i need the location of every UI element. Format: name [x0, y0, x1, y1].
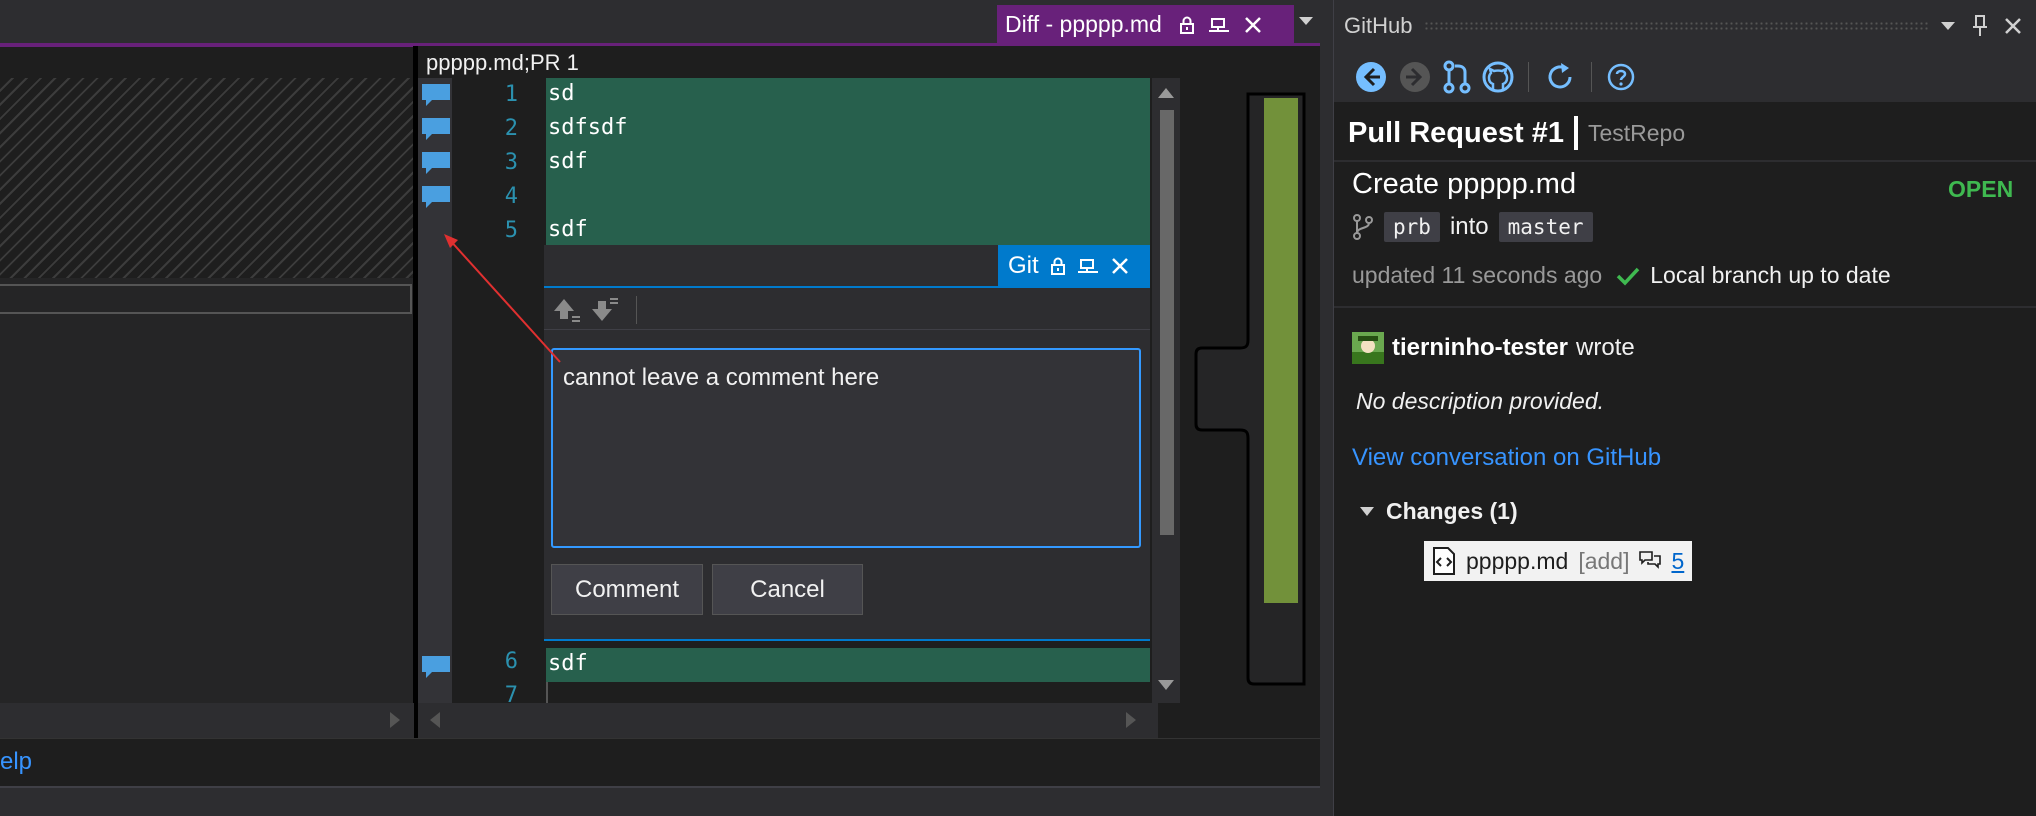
- into-label: into: [1449, 213, 1489, 240]
- update-status-row: updated 11 seconds ago Local branch up t…: [1352, 262, 1891, 289]
- header-divider: [1573, 116, 1578, 150]
- code-line[interactable]: sdf: [546, 648, 1150, 682]
- code-line[interactable]: sdf: [546, 214, 1150, 248]
- tab-diff-ppppp[interactable]: Diff - ppppp.md: [997, 5, 1294, 44]
- comments-icon: [1639, 551, 1662, 571]
- changes-label: Changes (1): [1386, 498, 1518, 524]
- next-comment-icon[interactable]: [590, 297, 620, 323]
- bottom-panel-strip: [0, 786, 1320, 816]
- code-line[interactable]: [546, 180, 1150, 214]
- back-icon[interactable]: [1354, 60, 1388, 94]
- local-status-label: Local branch up to date: [1650, 262, 1891, 288]
- left-horizontal-scrollbar[interactable]: [0, 703, 414, 738]
- widget-bottom-border: [544, 639, 1150, 641]
- close-icon[interactable]: [1111, 257, 1129, 275]
- pr-state-badge: OPEN: [1948, 176, 2014, 202]
- pin-icon[interactable]: [1077, 257, 1099, 275]
- local-branch-status: Local branch up to date: [1616, 262, 1891, 289]
- file-header: ppppp.md;PR 1: [418, 46, 1320, 78]
- toolbar-separator: [636, 295, 637, 324]
- comment-textarea[interactable]: cannot leave a comment here: [551, 348, 1141, 548]
- add-comment-icon[interactable]: [420, 82, 452, 106]
- toolbar-separator: [1591, 62, 1592, 92]
- add-comment-icon[interactable]: [420, 116, 452, 140]
- add-comment-icon[interactable]: [420, 654, 452, 678]
- author-wrote: wrote: [1576, 334, 1635, 361]
- code-line[interactable]: sdfsdf: [546, 112, 1150, 146]
- pin-icon[interactable]: [1972, 15, 1988, 37]
- panel-splitter[interactable]: [1320, 0, 1334, 816]
- pr-header: Pull Request #1 TestRepo: [1348, 108, 1685, 158]
- code-line[interactable]: sd: [546, 78, 1150, 112]
- line-number: 1: [504, 82, 518, 107]
- file-status: [add]: [1578, 547, 1630, 574]
- git-tab-title: Git: [1008, 252, 1039, 279]
- author-name[interactable]: tierninho-tester: [1392, 334, 1568, 362]
- panel-title: GitHub: [1344, 13, 1413, 38]
- github-toolbar: [1334, 52, 2036, 102]
- refresh-icon[interactable]: [1543, 60, 1577, 94]
- code-line[interactable]: sdf: [546, 146, 1150, 180]
- cancel-button[interactable]: Cancel: [712, 564, 863, 615]
- updated-time: updated 11 seconds ago: [1352, 262, 1603, 288]
- help-link[interactable]: elp: [0, 748, 32, 776]
- line-number: 2: [504, 116, 518, 141]
- tab-overflow-dropdown-icon[interactable]: [1298, 14, 1314, 28]
- view-on-github-link[interactable]: View conversation on GitHub: [1352, 444, 1661, 472]
- changed-file-item[interactable]: ppppp.md [add] 5: [1424, 541, 1693, 581]
- panel-grip[interactable]: [1424, 21, 1928, 31]
- divider: [1334, 160, 2036, 162]
- expand-triangle-icon[interactable]: [1360, 506, 1374, 517]
- add-comment-icon[interactable]: [420, 150, 452, 174]
- annotation-arrow: [444, 234, 561, 363]
- pull-requests-icon[interactable]: [1442, 60, 1472, 94]
- lock-icon[interactable]: [1050, 257, 1065, 275]
- line-number: 4: [504, 184, 518, 209]
- empty-hatched-area: [0, 78, 414, 278]
- comment-button[interactable]: Comment: [551, 564, 703, 615]
- divider: [1334, 306, 2036, 308]
- line-number: 6: [504, 649, 518, 674]
- dropdown-icon[interactable]: [1940, 20, 1956, 32]
- avatar[interactable]: [1352, 332, 1384, 364]
- line-number: 3: [504, 150, 518, 175]
- tab-title: Diff - ppppp.md: [1005, 11, 1162, 37]
- github-icon[interactable]: [1482, 61, 1514, 93]
- diff-overview-margin[interactable]: [1180, 78, 1320, 703]
- lock-icon[interactable]: [1179, 16, 1194, 34]
- code-line-empty[interactable]: [546, 682, 1150, 703]
- repo-name: TestRepo: [1587, 119, 1686, 146]
- file-comment-count[interactable]: 5: [1671, 548, 1684, 575]
- github-panel-titlebar: GitHub: [1334, 0, 2036, 52]
- author-row: tierninho-tester wrote: [1352, 332, 1635, 364]
- source-branch: prb: [1384, 212, 1440, 242]
- line-number-margin: 1 2 3 4 5 6 7: [452, 78, 546, 703]
- forward-icon[interactable]: [1398, 60, 1432, 94]
- pr-title: Create ppppp.md: [1352, 168, 1577, 200]
- close-icon[interactable]: [1244, 16, 1262, 34]
- file-name: ppppp.md: [1466, 547, 1569, 574]
- markdown-file-icon: [1432, 547, 1456, 575]
- widget-top-border: [544, 286, 1150, 288]
- vertical-scroll-thumb[interactable]: [1160, 110, 1174, 535]
- right-horizontal-scrollbar[interactable]: [418, 703, 1158, 738]
- branch-icon: [1352, 213, 1374, 241]
- comment-toolbar: [544, 290, 1150, 330]
- target-branch: master: [1498, 212, 1593, 242]
- pr-number: Pull Request #1: [1348, 116, 1564, 149]
- left-pane-input[interactable]: [0, 284, 412, 314]
- changes-tree-header[interactable]: Changes (1): [1360, 498, 1518, 525]
- pr-description: No description provided.: [1356, 388, 1605, 414]
- git-comment-tab[interactable]: Git: [998, 245, 1150, 287]
- pin-icon[interactable]: [1208, 16, 1230, 34]
- add-comment-icon[interactable]: [420, 184, 452, 208]
- toolbar-separator: [1528, 62, 1529, 92]
- close-icon[interactable]: [2004, 17, 2022, 35]
- help-icon[interactable]: [1606, 62, 1636, 92]
- branch-row: prb into master: [1352, 212, 1593, 242]
- check-icon: [1616, 266, 1640, 286]
- output-area: [0, 738, 1320, 786]
- line-number: 7: [504, 683, 518, 703]
